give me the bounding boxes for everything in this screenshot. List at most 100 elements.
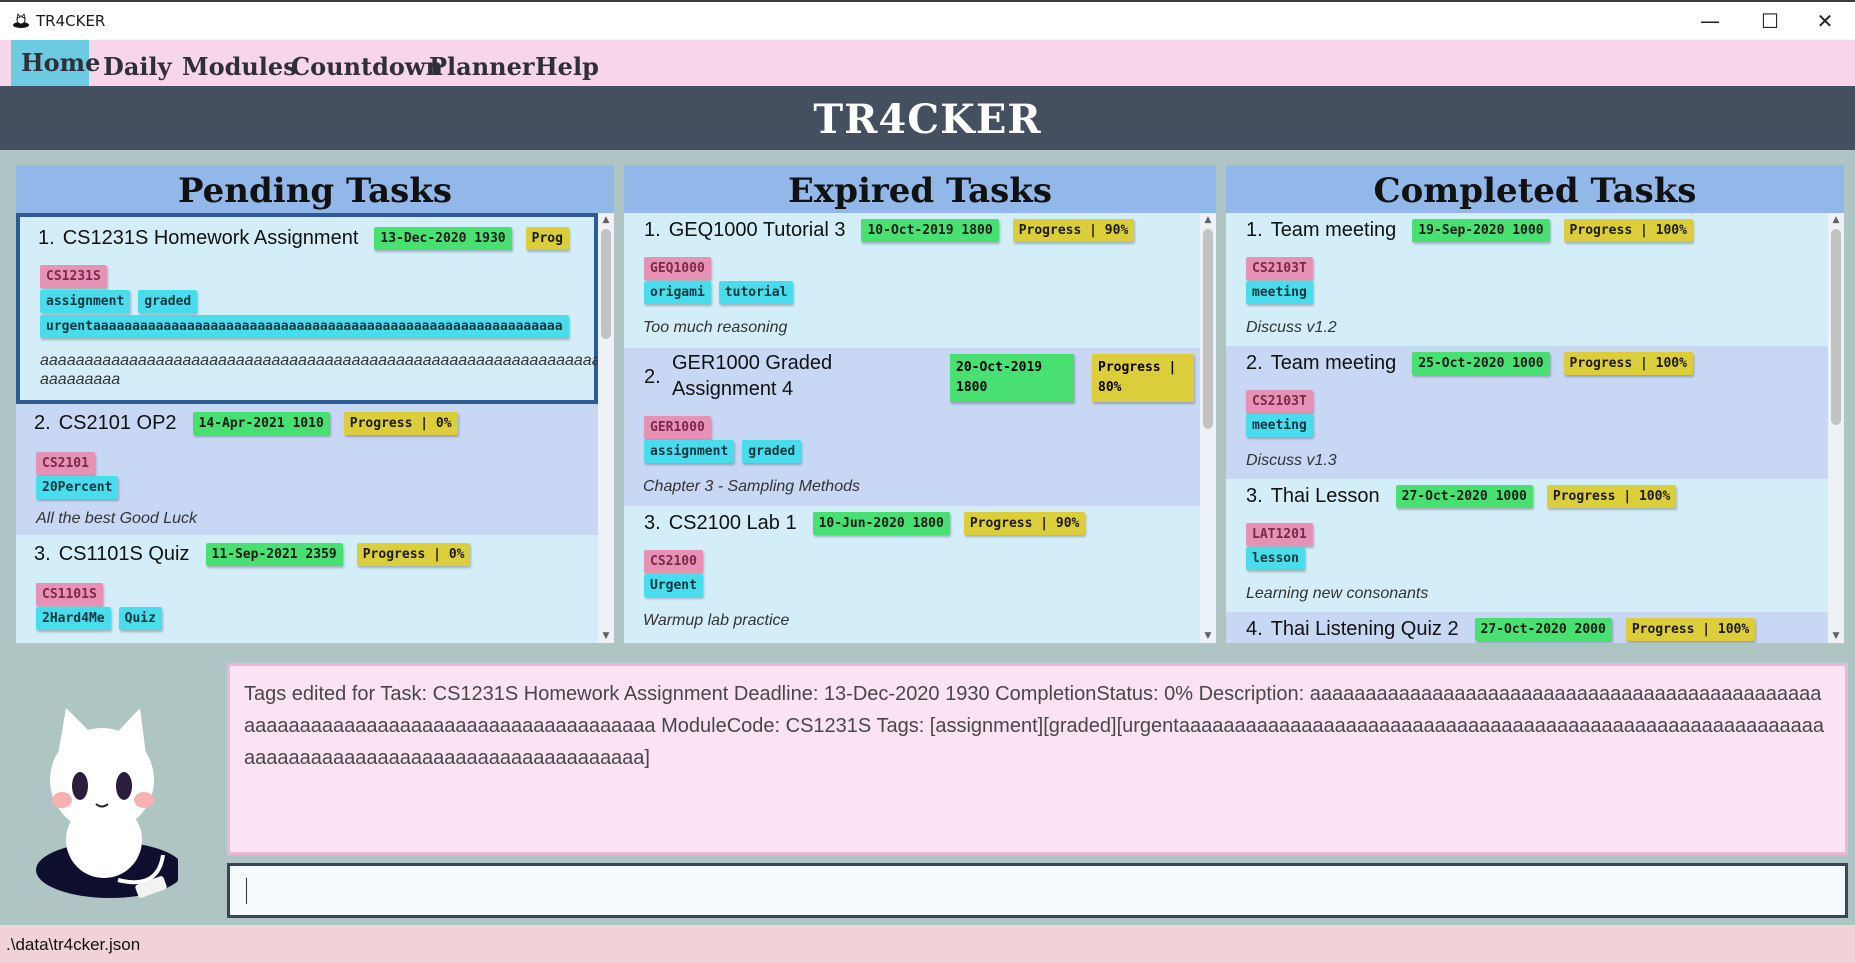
progress-badge: Progress | 0%	[356, 543, 471, 566]
deadline-badge: 14-Apr-2021 1010	[192, 412, 330, 435]
module-badge: LAT1201	[1246, 523, 1313, 546]
text-cursor	[246, 878, 247, 904]
module-badge: CS1101S	[36, 583, 103, 606]
pending-task-card-2[interactable]: 2. CS2101 OP2 14-Apr-2021 1010 Progress …	[16, 404, 598, 535]
tag-badge: meeting	[1246, 414, 1313, 437]
scroll-thumb[interactable]	[1203, 229, 1213, 429]
expired-task-card-3[interactable]: 3. CS2100 Lab 1 10-Jun-2020 1800 Progres…	[624, 506, 1200, 643]
expired-task-card-2[interactable]: 2. GER1000 Graded Assignment 4 20-Oct-20…	[624, 348, 1200, 506]
task-index: 4.	[1246, 618, 1263, 640]
progress-badge: Prog	[525, 227, 569, 250]
task-description: Discuss v1.2	[1246, 319, 1337, 336]
scroll-down-icon[interactable]: ▼	[1200, 629, 1216, 643]
task-index: 1.	[644, 219, 661, 241]
deadline-badge: 20-Oct-2019 1800	[950, 354, 1074, 402]
tag-badge: lesson	[1246, 547, 1305, 570]
cat-mascot-icon	[36, 708, 178, 898]
window-title: TR4CKER	[36, 12, 106, 30]
module-badge: CS2103T	[1246, 257, 1313, 280]
command-input[interactable]	[227, 863, 1848, 918]
deadline-badge: 10-Jun-2020 1800	[812, 512, 950, 535]
expired-scrollbar[interactable]: ▲ ▼	[1200, 213, 1216, 643]
task-description: Warmup lab practice	[643, 612, 790, 629]
completed-task-card-4[interactable]: 4. Thai Listening Quiz 2 27-Oct-2020 200…	[1226, 612, 1828, 643]
progress-badge: Progress | 80%	[1092, 354, 1194, 402]
task-name-cont: Assignment 4	[672, 378, 794, 400]
task-index: 1.	[1246, 219, 1263, 241]
tag-badge: urgentaaaaaaaaaaaaaaaaaaaaaaaaaaaaaaaaaa…	[40, 315, 569, 338]
deadline-badge: 10-Oct-2019 1800	[861, 219, 999, 242]
expired-task-list[interactable]: 1. GEQ1000 Tutorial 3 10-Oct-2019 1800 P…	[624, 213, 1200, 643]
progress-badge: Progress | 0%	[343, 412, 458, 435]
deadline-time: 1800	[956, 380, 988, 395]
completed-task-card-1[interactable]: 1. Team meeting 19-Sep-2020 1000 Progres…	[1226, 213, 1828, 346]
scroll-up-icon[interactable]: ▲	[1200, 213, 1216, 227]
progress-value: 80%	[1098, 380, 1122, 395]
task-name: Thai Listening Quiz 2	[1270, 618, 1459, 640]
task-description: All the best Good Luck	[36, 510, 197, 527]
tag-badge: assignment	[40, 290, 131, 313]
deadline-badge: 27-Oct-2020 1000	[1395, 485, 1533, 508]
completed-tasks-title: Completed Tasks	[1226, 165, 1844, 213]
expired-task-card-1[interactable]: 1. GEQ1000 Tutorial 3 10-Oct-2019 1800 P…	[624, 213, 1200, 348]
tag-badge: assignment	[644, 440, 735, 463]
app-header: TR4CKER	[0, 86, 1855, 150]
tag-badge: graded	[742, 440, 802, 463]
task-index: 1.	[38, 227, 55, 249]
cat-app-icon	[13, 13, 29, 28]
completed-task-card-3[interactable]: 3. Thai Lesson 27-Oct-2020 1000 Progress…	[1226, 479, 1828, 612]
module-badge: CS1231S	[40, 265, 107, 288]
menu-home[interactable]: Home	[11, 40, 100, 86]
pending-task-card-3[interactable]: 3. CS1101S Quiz 11-Sep-2021 2359 Progres…	[16, 535, 598, 643]
task-name: Team meeting	[1270, 352, 1397, 374]
module-badge: CS2103T	[1246, 390, 1313, 413]
expired-tasks-panel: Expired Tasks 1. GEQ1000 Tutorial 3 10-O…	[624, 165, 1216, 643]
task-index: 2.	[34, 412, 51, 434]
pending-tasks-title: Pending Tasks	[16, 165, 614, 213]
scroll-thumb[interactable]	[1831, 229, 1841, 425]
task-index: 2.	[644, 366, 661, 388]
task-index: 3.	[1246, 485, 1263, 507]
pending-tasks-panel: Pending Tasks 1. CS1231S Homework Assign…	[16, 165, 614, 643]
pending-task-card-1[interactable]: 1. CS1231S Homework Assignment 13-Dec-20…	[16, 213, 598, 404]
completed-scrollbar[interactable]: ▲ ▼	[1828, 213, 1844, 643]
scroll-up-icon[interactable]: ▲	[598, 213, 614, 227]
tag-badge: Quiz	[118, 607, 162, 630]
scroll-up-icon[interactable]: ▲	[1828, 213, 1844, 227]
pending-scrollbar[interactable]: ▲ ▼	[598, 213, 614, 643]
completed-task-list[interactable]: 1. Team meeting 19-Sep-2020 1000 Progres…	[1226, 213, 1828, 643]
progress-label: Progress |	[1098, 360, 1177, 375]
task-name: Team meeting	[1270, 219, 1397, 241]
completed-tasks-panel: Completed Tasks 1. Team meeting 19-Sep-2…	[1226, 165, 1844, 643]
task-description-cont: aaaaaaaaa	[40, 371, 121, 388]
task-name: Thai Lesson	[1270, 485, 1380, 507]
progress-badge: Progress | 100%	[1625, 618, 1756, 641]
close-button[interactable]: ✕	[1800, 2, 1850, 40]
module-badge: CS2101	[36, 452, 95, 475]
maximize-button[interactable]: ☐	[1745, 2, 1795, 40]
scroll-thumb[interactable]	[601, 229, 611, 339]
deadline-date: 20-Oct-2019	[956, 360, 1043, 375]
task-index: 3.	[644, 512, 661, 534]
menu-daily[interactable]: Daily	[93, 48, 182, 86]
progress-badge: Progress | 100%	[1546, 485, 1677, 508]
minimize-button[interactable]: —	[1685, 2, 1735, 40]
module-badge: GEQ1000	[644, 257, 711, 280]
task-name: GER1000 Graded	[672, 352, 833, 374]
scroll-down-icon[interactable]: ▼	[1828, 629, 1844, 643]
scroll-down-icon[interactable]: ▼	[598, 629, 614, 643]
task-index: 2.	[1246, 352, 1263, 374]
task-name: CS1101S Quiz	[58, 543, 190, 565]
data-file-path: .\data\tr4cker.json	[6, 935, 141, 954]
tag-badge: meeting	[1246, 281, 1313, 304]
progress-badge: Progress | 100%	[1563, 352, 1693, 375]
completed-task-card-2[interactable]: 2. Team meeting 25-Oct-2020 1000 Progres…	[1226, 346, 1828, 479]
menu-help[interactable]: Help	[525, 48, 609, 86]
tag-badge: origami	[644, 281, 711, 304]
minimize-icon: —	[1700, 9, 1720, 33]
tag-badge: 20Percent	[36, 476, 119, 499]
deadline-badge: 27-Oct-2020 2000	[1474, 618, 1612, 641]
task-name: GEQ1000 Tutorial 3	[668, 219, 846, 241]
pending-task-list[interactable]: 1. CS1231S Homework Assignment 13-Dec-20…	[16, 213, 598, 643]
app-title: TR4CKER	[813, 96, 1042, 143]
